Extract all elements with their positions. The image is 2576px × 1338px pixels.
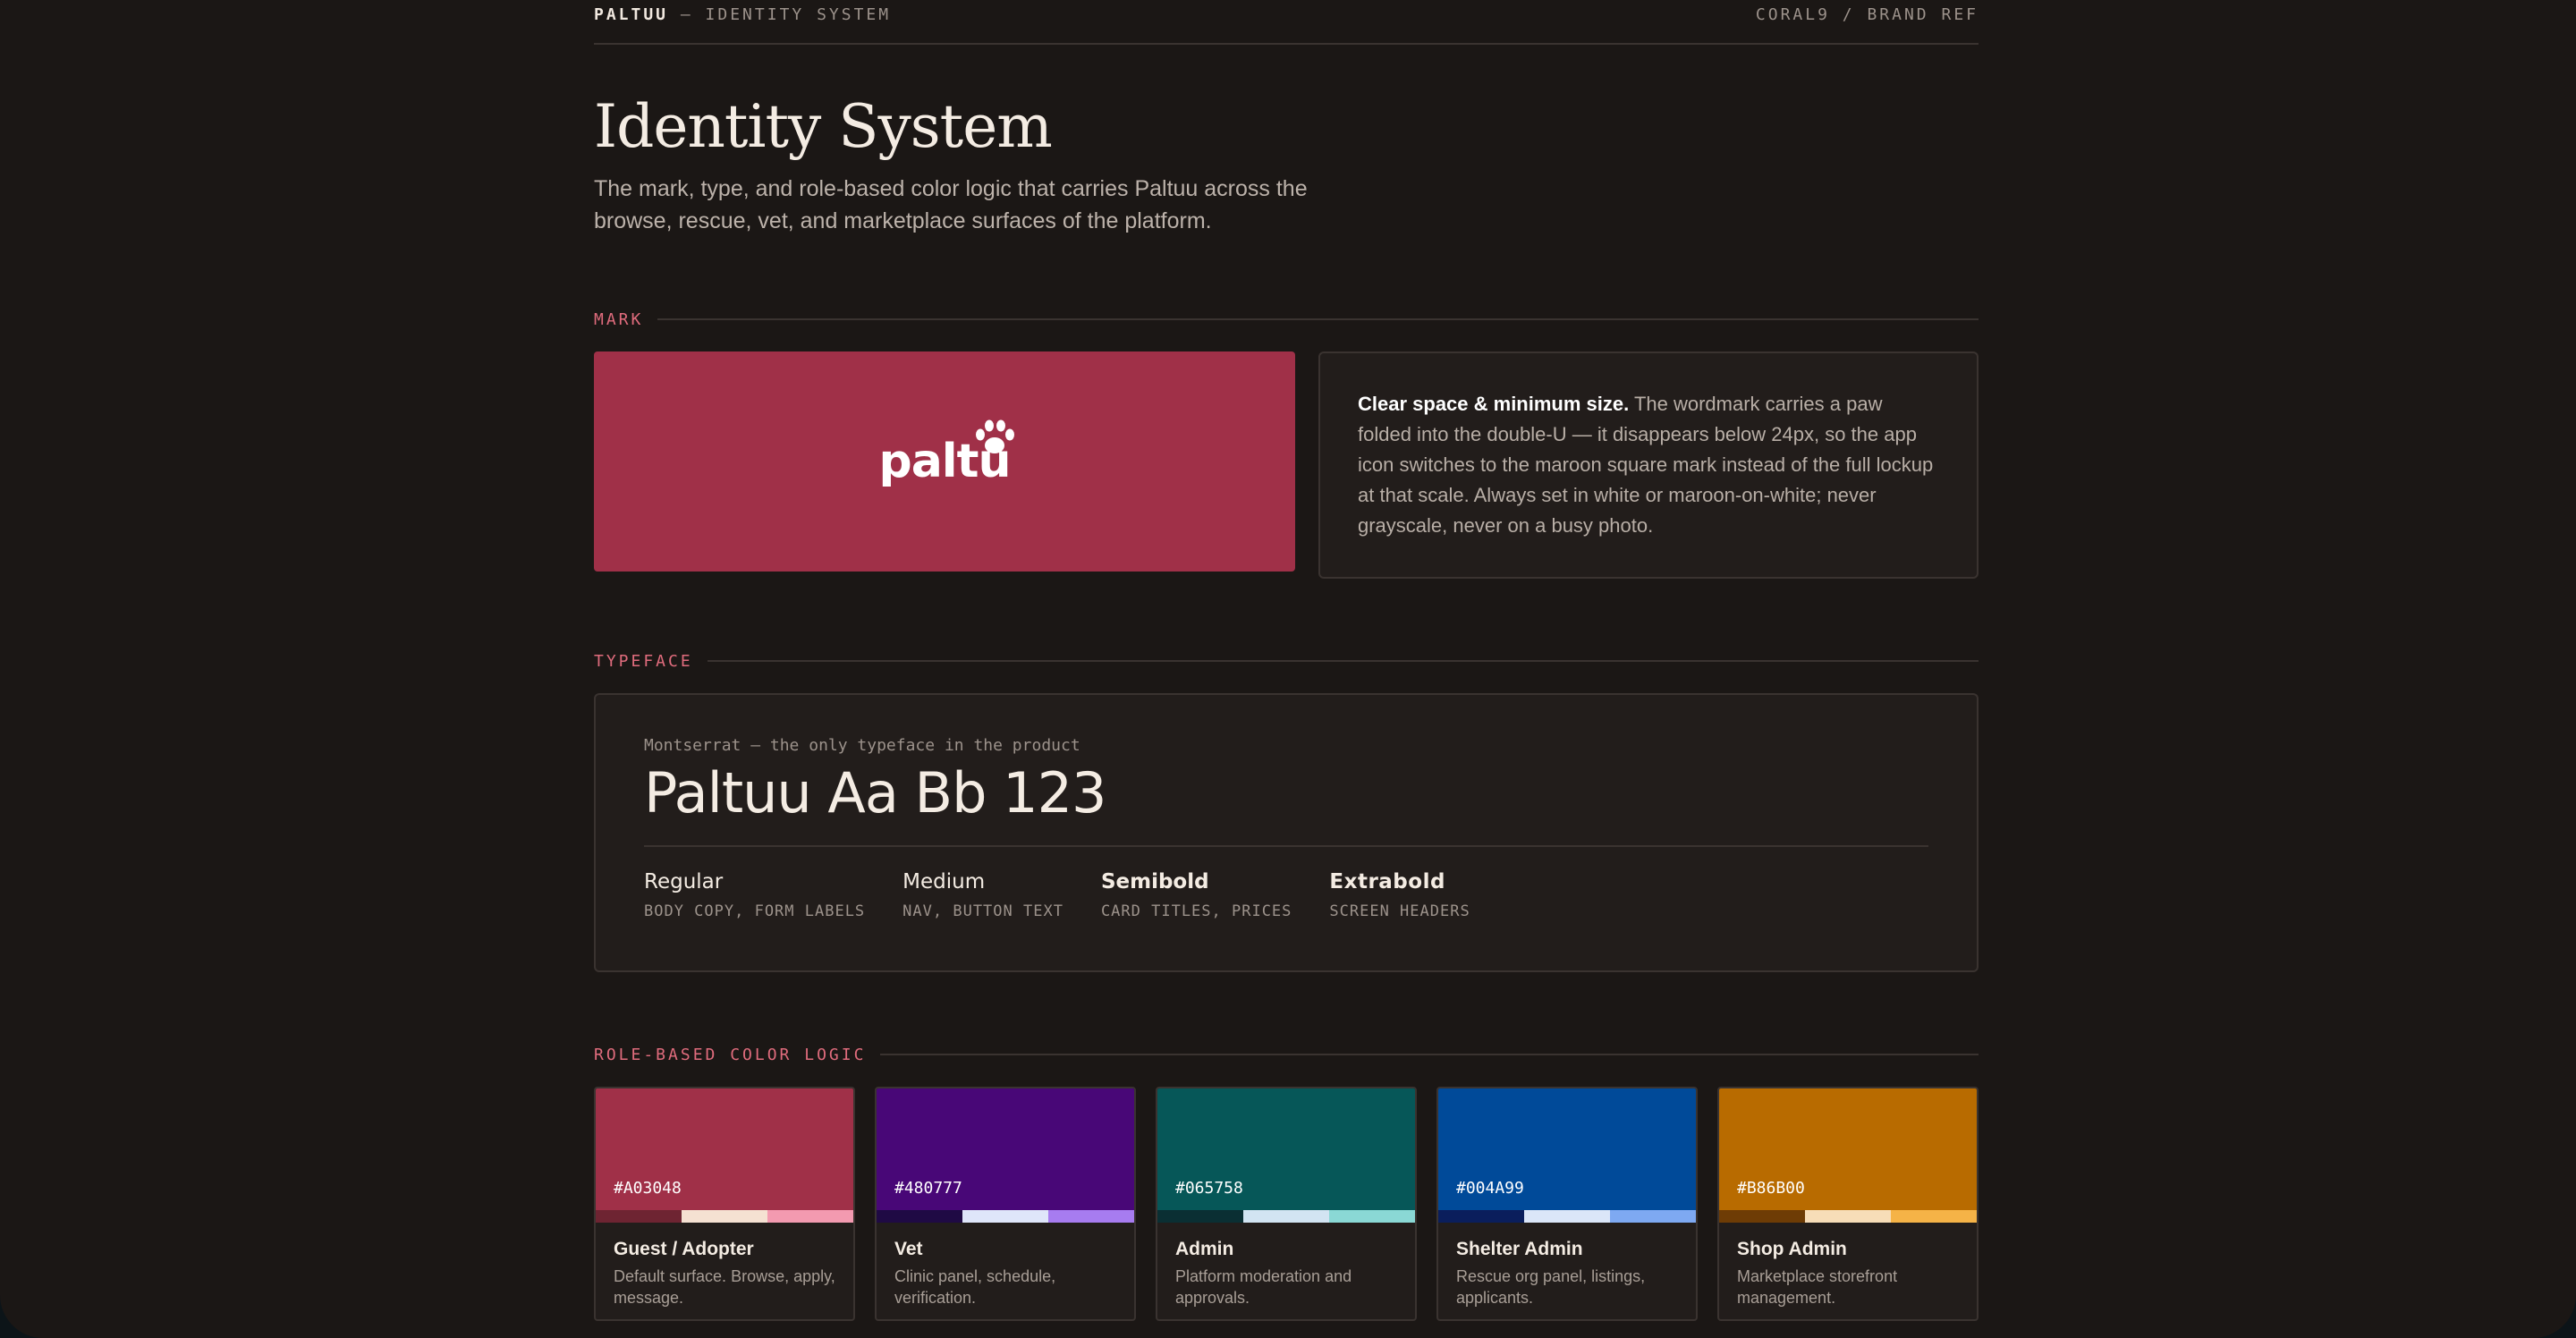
- role-name: Admin: [1175, 1239, 1234, 1260]
- topbar-right: CORAL9 / BRAND REF: [1755, 5, 1979, 24]
- typeface-card: Montserrat — the only typeface in the pr…: [594, 693, 1979, 973]
- tint-chip: [1329, 1210, 1415, 1224]
- tint-strip: [877, 1210, 1134, 1224]
- role-name: Guest / Adopter: [614, 1239, 754, 1260]
- tint-chip: [1438, 1210, 1524, 1224]
- swatch-hex: #004A99: [1456, 1179, 1524, 1198]
- weight-usage: CARD TITLES, PRICES: [1100, 902, 1292, 921]
- role-description: Platform moderation and approvals.: [1175, 1267, 1352, 1308]
- content-column: PALTUU — IDENTITY SYSTEM CORAL9 / BRAND …: [594, 0, 1979, 1322]
- role-info: Shop Admin Marketplace storefront manage…: [1719, 1223, 1977, 1308]
- weight-list: Regular BODY COPY, FORM LABELS Medium NA…: [644, 870, 1928, 920]
- weight-usage: NAV, BUTTON TEXT: [902, 902, 1063, 921]
- mark-note-title: Clear space & minimum size.: [1358, 393, 1630, 416]
- paw-icon: [976, 419, 1015, 454]
- tint-chip: [1610, 1210, 1696, 1224]
- tint-strip: [1157, 1210, 1415, 1224]
- role-name: Shop Admin: [1737, 1239, 1847, 1260]
- tint-chip: [962, 1210, 1048, 1224]
- page-title: Identity System: [594, 92, 1053, 161]
- color-swatch: #A03048: [596, 1088, 853, 1211]
- section-label-text: MARK: [594, 309, 644, 329]
- role-card-guest: #A03048 Guest / Adopter Default surface.…: [594, 1087, 855, 1322]
- tint-strip: [1438, 1210, 1696, 1224]
- color-swatch: #065758: [1157, 1088, 1415, 1211]
- role-info: Vet Clinic panel, schedule, verification…: [877, 1223, 1134, 1308]
- role-name: Shelter Admin: [1456, 1239, 1583, 1260]
- tint-chip: [1891, 1210, 1977, 1224]
- tint-chip: [1157, 1210, 1243, 1224]
- weight-regular: Regular BODY COPY, FORM LABELS: [644, 870, 865, 920]
- tint-chip: [596, 1210, 682, 1224]
- weight-name: Extrabold: [1329, 870, 1445, 894]
- section-rule: [707, 660, 1979, 663]
- tint-chip: [1243, 1210, 1329, 1224]
- mark-usage-note: Clear space & minimum size. The wordmark…: [1318, 351, 1979, 580]
- role-description: Default surface. Browse, apply, message.: [614, 1267, 835, 1308]
- weight-name: Regular: [644, 870, 724, 894]
- tint-chip: [1048, 1210, 1134, 1224]
- weight-semibold: Semibold CARD TITLES, PRICES: [1101, 870, 1292, 920]
- tint-chip: [1524, 1210, 1610, 1224]
- weight-usage: BODY COPY, FORM LABELS: [644, 902, 866, 921]
- swatch-hex: #A03048: [614, 1179, 682, 1198]
- role-info: Admin Platform moderation and approvals.: [1157, 1223, 1415, 1308]
- swatch-hex: #480777: [894, 1179, 962, 1198]
- tint-chip: [767, 1210, 853, 1224]
- section-label-text: ROLE-BASED COLOR LOGIC: [594, 1045, 867, 1064]
- role-name: Vet: [894, 1239, 923, 1260]
- tint-chip: [1719, 1210, 1805, 1224]
- role-info: Guest / Adopter Default surface. Browse,…: [596, 1223, 853, 1308]
- role-info: Shelter Admin Rescue org panel, listings…: [1438, 1223, 1696, 1308]
- weight-name: Semibold: [1100, 870, 1209, 894]
- mark-row: paltu Clear space & minimum size. The wo…: [594, 351, 1979, 580]
- typeface-specimen: Paltuu Aa Bb 123: [644, 760, 1106, 826]
- swatch-hex: #B86B00: [1737, 1179, 1805, 1198]
- section-label-text: TYPEFACE: [594, 651, 693, 671]
- top-bar: PALTUU — IDENTITY SYSTEM CORAL9 / BRAND …: [594, 0, 1979, 45]
- weight-medium: Medium NAV, BUTTON TEXT: [902, 870, 1063, 920]
- role-card-shop-admin: #B86B00 Shop Admin Marketplace storefron…: [1717, 1087, 1979, 1322]
- page-lead: The mark, type, and role-based color log…: [594, 176, 1308, 234]
- role-card-admin: #065758 Admin Platform moderation and ap…: [1156, 1087, 1417, 1322]
- wordmark-logo: paltu: [878, 419, 1015, 488]
- section-label-roles: ROLE-BASED COLOR LOGIC: [594, 1042, 1979, 1067]
- tint-strip: [1719, 1210, 1977, 1224]
- weight-name: Medium: [902, 870, 986, 894]
- swatch-hex: #065758: [1175, 1179, 1243, 1198]
- color-swatch: #004A99: [1438, 1088, 1696, 1211]
- topbar-brand: PALTUU: [594, 5, 669, 24]
- role-color-cards: #A03048 Guest / Adopter Default surface.…: [594, 1087, 1979, 1322]
- role-card-shelter-admin: #004A99 Shelter Admin Rescue org panel, …: [1436, 1087, 1698, 1322]
- tint-chip: [877, 1210, 962, 1224]
- role-description: Clinic panel, schedule, verification.: [894, 1267, 1056, 1308]
- weight-usage: SCREEN HEADERS: [1329, 902, 1470, 921]
- topbar-left: PALTUU — IDENTITY SYSTEM: [594, 5, 891, 24]
- topbar-subtitle: — IDENTITY SYSTEM: [680, 5, 892, 24]
- color-swatch: #B86B00: [1719, 1088, 1977, 1211]
- section-rule: [657, 318, 1979, 321]
- page-frame: PALTUU — IDENTITY SYSTEM CORAL9 / BRAND …: [0, 0, 2576, 1338]
- color-swatch: #480777: [877, 1088, 1134, 1211]
- typeface-caption: Montserrat — the only typeface in the pr…: [644, 736, 1080, 756]
- tint-chip: [682, 1210, 767, 1224]
- wordmark-tile: paltu: [594, 351, 1295, 572]
- section-rule: [880, 1054, 1979, 1056]
- role-description: Marketplace storefront management.: [1737, 1267, 1898, 1308]
- weight-extrabold: Extrabold SCREEN HEADERS: [1329, 870, 1470, 920]
- section-label-mark: MARK: [594, 307, 1979, 332]
- tint-chip: [1805, 1210, 1891, 1224]
- tint-strip: [596, 1210, 853, 1224]
- typeface-divider: [644, 845, 1928, 848]
- section-label-typeface: TYPEFACE: [594, 648, 1979, 673]
- role-description: Rescue org panel, listings, applicants.: [1456, 1267, 1646, 1308]
- role-card-vet: #480777 Vet Clinic panel, schedule, veri…: [875, 1087, 1136, 1322]
